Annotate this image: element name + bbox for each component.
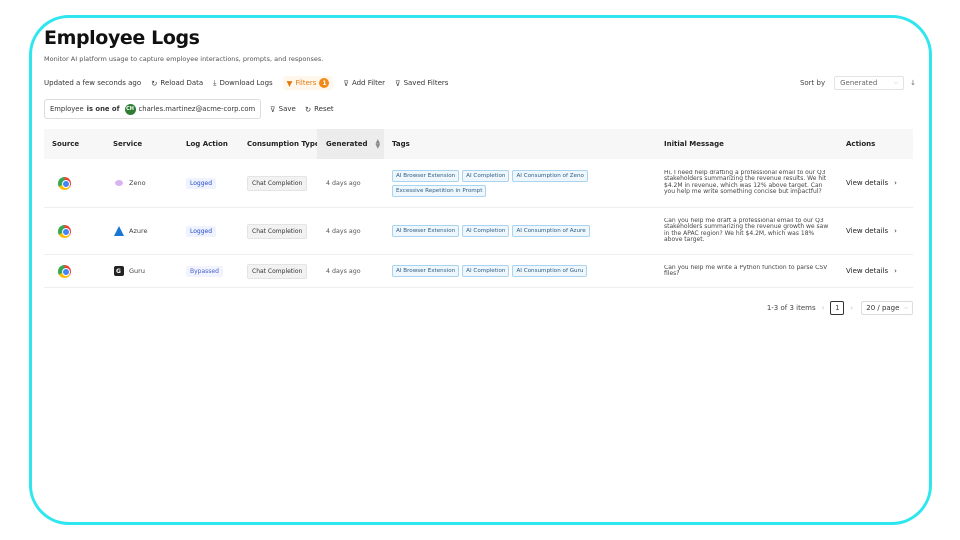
chrome-icon bbox=[58, 176, 71, 190]
sort-select[interactable]: Generated ⌵ bbox=[834, 76, 905, 90]
sort-icon: ▲ ▼ bbox=[375, 138, 381, 150]
tags-list: AI Browser Extension AI Completion AI Co… bbox=[392, 225, 590, 237]
sort-control: Sort by Generated ⌵ ↓ bbox=[800, 76, 916, 90]
initial-message: Hi, I need help drafting a professional … bbox=[664, 170, 827, 196]
col-log-action: Log Action bbox=[186, 140, 228, 148]
col-generated[interactable]: Generated ▲ ▼ bbox=[317, 129, 384, 159]
log-action-badge: Logged bbox=[186, 225, 217, 237]
download-icon: ⤓ bbox=[213, 78, 217, 87]
generated-cell: 4 days ago bbox=[326, 179, 361, 187]
tag: Excessive Repetition in Prompt bbox=[392, 184, 487, 197]
consumption-badge: Chat Completion bbox=[247, 263, 308, 279]
azure-icon bbox=[113, 226, 124, 237]
service-cell: Zeno bbox=[113, 159, 146, 207]
table-row: G Guru Bypassed Chat Completion 4 days a… bbox=[44, 255, 913, 288]
add-filter-button[interactable]: ⊽ Add Filter bbox=[343, 79, 385, 88]
tag: AI Browser Extension bbox=[392, 169, 460, 182]
initial-message: Can you help me draft a professional ema… bbox=[664, 218, 829, 244]
col-service: Service bbox=[113, 140, 143, 148]
reload-icon: ↻ bbox=[151, 78, 158, 88]
chrome-icon bbox=[58, 264, 71, 278]
tag: AI Browser Extension bbox=[392, 265, 460, 277]
toolbar: Updated a few seconds ago ↻ Reload Data … bbox=[44, 76, 916, 90]
tag: AI Browser Extension bbox=[392, 225, 460, 237]
log-action-badge: Logged bbox=[186, 177, 217, 189]
save-filter-button[interactable]: ⊽ Save bbox=[270, 105, 296, 114]
log-action-badge: Bypassed bbox=[186, 265, 223, 277]
view-details-link[interactable]: View details › bbox=[846, 208, 897, 254]
tags-list: AI Browser Extension AI Completion AI Co… bbox=[392, 169, 654, 197]
employee-filter-chip[interactable]: Employee is one of CH charles.martinez@a… bbox=[44, 99, 262, 119]
consumption-badge: Chat Completion bbox=[247, 223, 308, 239]
view-details-link[interactable]: View details › bbox=[846, 159, 897, 207]
tags-list: AI Browser Extension AI Completion AI Co… bbox=[392, 265, 588, 277]
saved-filter-icon: ⊽ bbox=[395, 78, 401, 88]
download-button[interactable]: ⤓ Download Logs bbox=[213, 78, 273, 88]
view-details-link[interactable]: View details › bbox=[846, 255, 897, 287]
initial-message: Can you help me write a Python function … bbox=[664, 264, 828, 277]
chrome-icon bbox=[58, 224, 71, 238]
main-content: Employee Logs Monitor AI platform usage … bbox=[44, 25, 916, 315]
filters-count-badge: 1 bbox=[319, 78, 330, 88]
sort-label: Sort by bbox=[799, 79, 826, 87]
app-frame: Employee Logs Monitor AI platform usage … bbox=[29, 15, 932, 525]
tag: AI Consumption of Zeno bbox=[512, 169, 588, 182]
pagination-summary: 1-3 of 3 items bbox=[766, 304, 816, 312]
page-button-current[interactable]: 1 bbox=[830, 301, 845, 315]
logs-table: Source Service Log Action Consumption Ty… bbox=[44, 129, 913, 288]
prev-page-icon[interactable]: ‹ bbox=[822, 304, 825, 312]
page-title: Employee Logs bbox=[44, 27, 200, 49]
table-row: Azure Logged Chat Completion 4 days ago … bbox=[44, 208, 913, 255]
chevron-right-icon: › bbox=[894, 179, 897, 187]
zeno-icon bbox=[113, 178, 124, 189]
table-row: Zeno Logged Chat Completion 4 days ago A… bbox=[44, 159, 913, 208]
chevron-right-icon: › bbox=[894, 267, 897, 275]
consumption-badge: Chat Completion bbox=[247, 175, 308, 191]
col-source: Source bbox=[52, 140, 80, 148]
pagination: 1-3 of 3 items ‹ 1 › 20 / page ⌵ bbox=[44, 301, 913, 315]
generated-cell: 4 days ago bbox=[326, 267, 361, 275]
avatar: CH bbox=[124, 103, 136, 115]
next-page-icon[interactable]: › bbox=[850, 304, 853, 312]
active-filter-row: Employee is one of CH charles.martinez@a… bbox=[44, 99, 916, 119]
reload-button[interactable]: ↻ Reload Data bbox=[151, 79, 203, 88]
chevron-down-icon: ⌵ bbox=[893, 79, 899, 86]
service-cell: Azure bbox=[113, 208, 148, 254]
col-initial-message: Initial Message bbox=[664, 140, 724, 148]
saved-filters-button[interactable]: ⊽ Saved Filters bbox=[395, 79, 448, 88]
generated-cell: 4 days ago bbox=[326, 227, 361, 235]
tag: AI Consumption of Azure bbox=[512, 225, 590, 237]
chevron-right-icon: › bbox=[894, 227, 897, 235]
col-consumption-type: Consumption Type bbox=[247, 140, 320, 148]
chevron-down-icon: ⌵ bbox=[903, 304, 908, 311]
reset-filter-button[interactable]: ↻ Reset bbox=[305, 105, 334, 114]
page-subtitle: Monitor AI platform usage to capture emp… bbox=[44, 55, 324, 63]
tag: AI Completion bbox=[462, 225, 510, 237]
updated-status: Updated a few seconds ago bbox=[44, 79, 142, 87]
col-actions: Actions bbox=[846, 140, 876, 148]
tag: AI Consumption of Guru bbox=[512, 265, 588, 277]
col-tags: Tags bbox=[392, 140, 410, 148]
guru-icon: G bbox=[113, 266, 124, 277]
sort-direction-icon[interactable]: ↓ bbox=[910, 79, 916, 87]
reset-icon: ↻ bbox=[304, 104, 312, 114]
add-filter-icon: ⊽ bbox=[343, 78, 349, 88]
save-filter-icon: ⊽ bbox=[270, 104, 276, 114]
filters-button[interactable]: ▼ Filters 1 bbox=[282, 76, 334, 90]
service-cell: G Guru bbox=[113, 255, 145, 287]
filter-icon: ▼ bbox=[286, 78, 293, 88]
tag: AI Completion bbox=[462, 169, 510, 182]
page-size-select[interactable]: 20 / page ⌵ bbox=[861, 301, 913, 315]
tag: AI Completion bbox=[462, 265, 510, 277]
table-header: Source Service Log Action Consumption Ty… bbox=[44, 129, 913, 159]
